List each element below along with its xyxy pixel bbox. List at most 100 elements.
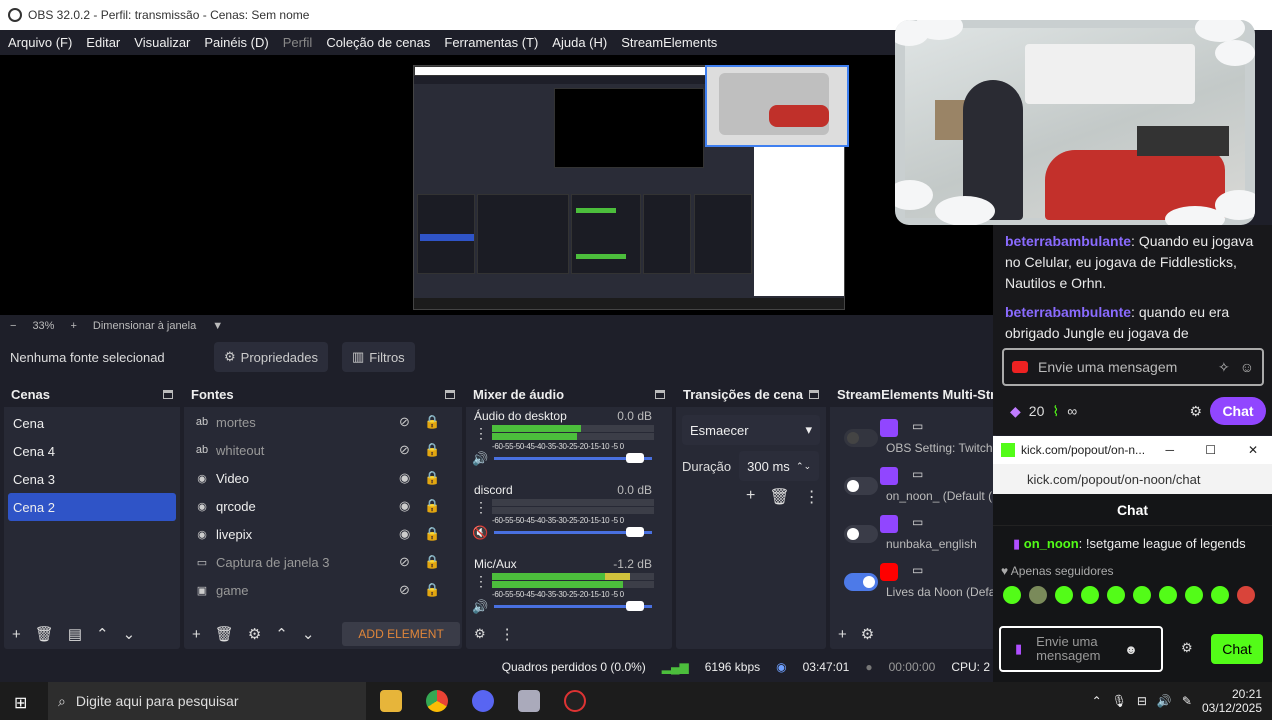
output-toggle[interactable] [844,525,878,543]
zoom-fit-label[interactable]: Dimensionar à janela [93,320,196,332]
lock-icon[interactable]: 🔒 [424,470,440,486]
source-item[interactable]: ▣ game ⊘ 🔒 [184,576,462,604]
emote-icon[interactable] [1107,586,1125,604]
speaker-muted-icon[interactable]: 🔇 [472,525,488,541]
settings-gear-icon[interactable]: ⚙ [1189,403,1202,420]
undock-icon[interactable] [809,389,819,399]
emote-icon[interactable] [1185,586,1203,604]
twitch-chat-input[interactable]: Envie uma mensagem ✧ ☺ [1002,348,1264,386]
file-explorer-icon[interactable] [380,690,402,712]
settings-gear-icon[interactable]: ⚙ [1181,640,1193,656]
zoom-out-button[interactable]: − [10,320,16,332]
eye-hidden-icon[interactable]: ⊘ [399,414,410,430]
obs-taskbar-icon[interactable] [564,690,586,712]
undock-icon[interactable] [163,389,173,399]
eye-hidden-icon[interactable]: ⊘ [399,554,410,570]
menu-visualizar[interactable]: Visualizar [134,35,190,50]
source-item[interactable]: ◉ livepix ◉ 🔒 [184,520,462,548]
chat-user[interactable]: beterrabambulante [1005,233,1131,249]
kick-chat-input[interactable]: ▮ Envie uma mensagem ☻ [999,626,1163,672]
zoom-in-button[interactable]: + [70,320,76,332]
transition-menu-icon[interactable]: ⋮ [804,487,820,507]
windows-start-icon[interactable]: ⊞ [14,693,27,713]
spin-arrows-icon[interactable]: ⌃⌄ [796,461,811,472]
scene-item[interactable]: Cena 3 [4,465,180,493]
volume-slider-handle[interactable] [626,601,644,611]
maximize-icon[interactable]: ☐ [1205,443,1216,457]
twitch-chat-button[interactable]: Chat [1210,397,1266,425]
undock-icon[interactable] [655,389,665,399]
menu-perfil[interactable]: Perfil [283,35,313,50]
remove-scene-icon[interactable]: 🗑 [35,625,54,643]
advanced-audio-icon[interactable]: ⚙ [474,626,486,642]
menu-arquivo[interactable]: Arquivo (F) [8,35,72,50]
close-icon[interactable]: ✕ [1248,443,1258,457]
move-up-icon[interactable]: ⌃ [96,625,109,643]
channel-menu-icon[interactable]: ⋮ [474,425,488,442]
menu-streamelements[interactable]: StreamElements [621,35,717,50]
move-down-icon[interactable]: ⌄ [302,625,315,643]
move-down-icon[interactable]: ⌄ [123,625,136,643]
menu-editar[interactable]: Editar [86,35,120,50]
output-toggle[interactable] [844,573,878,591]
remove-transition-icon[interactable]: 🗑 [769,487,789,507]
menu-ferramentas[interactable]: Ferramentas (T) [444,35,538,50]
discord-icon[interactable] [472,690,494,712]
volume-slider-handle[interactable] [626,527,644,537]
source-item[interactable]: ◉ Video ◉ 🔒 [184,464,462,492]
lock-icon[interactable]: 🔒 [424,442,440,458]
emote-icon[interactable] [1237,586,1255,604]
channel-menu-icon[interactable]: ⋮ [474,573,488,590]
eye-hidden-icon[interactable]: ⊘ [399,442,410,458]
emote-icon[interactable] [1003,586,1021,604]
source-item[interactable]: ◉ qrcode ◉ 🔒 [184,492,462,520]
transition-select[interactable]: Esmaecer ▾ [682,415,820,445]
source-item[interactable]: ab mortes ⊘ 🔒 [184,408,462,436]
properties-button[interactable]: ⚙ Propriedades [214,342,328,372]
output-toggle[interactable] [844,429,878,447]
output-toggle[interactable] [844,477,878,495]
volume-slider-handle[interactable] [626,453,644,463]
scene-item[interactable]: Cena [4,409,180,437]
zoom-dropdown-icon[interactable]: ▼ [212,320,223,332]
kick-chat-button[interactable]: Chat [1211,634,1263,664]
lock-icon[interactable]: 🔒 [424,582,440,598]
lock-icon[interactable]: 🔒 [424,554,440,570]
scene-item[interactable]: Cena 4 [4,437,180,465]
channel-points-icon[interactable]: ◆ [1010,403,1021,420]
magic-icon[interactable]: ✧ [1218,359,1230,376]
mic-tray-icon[interactable]: 🎙 [1112,694,1127,708]
add-output-button[interactable]: + [838,626,847,643]
kick-url-bar[interactable]: kick.com/popout/on-noon/chat [993,464,1272,494]
remove-source-icon[interactable]: 🗑 [215,625,234,643]
menu-colecao-de-cenas[interactable]: Coleção de cenas [326,35,430,50]
add-transition-button[interactable]: + [746,487,755,507]
emote-icon[interactable] [1133,586,1151,604]
chrome-icon[interactable] [426,690,448,712]
menu-ajuda[interactable]: Ajuda (H) [552,35,607,50]
source-item[interactable]: ab whiteout ⊘ 🔒 [184,436,462,464]
speaker-icon[interactable]: 🔊 [472,451,488,467]
menu-paineis[interactable]: Painéis (D) [204,35,268,50]
taskbar-search[interactable]: ⌕ Digite aqui para pesquisar [48,682,366,720]
source-properties-icon[interactable]: ⚙ [248,625,261,643]
emote-icon[interactable] [1029,586,1047,604]
volume-icon[interactable]: 🔊 [1157,694,1172,708]
add-scene-button[interactable]: + [12,626,21,643]
emote-icon[interactable]: ☻ [1124,642,1138,657]
emote-icon[interactable] [1055,586,1073,604]
filters-button[interactable]: ▥ Filtros [341,342,415,372]
chevron-up-icon[interactable]: ⌃ [1092,694,1102,708]
lock-icon[interactable]: 🔒 [424,498,440,514]
emote-icon[interactable]: ☺ [1240,359,1254,375]
emote-icon[interactable] [1211,586,1229,604]
scene-item[interactable]: Cena 2 [8,493,176,521]
undock-icon[interactable] [445,389,455,399]
eye-icon[interactable]: ◉ [399,498,410,514]
duration-input[interactable]: 300 ms ⌃⌄ [739,451,820,481]
eye-icon[interactable]: ◉ [399,526,410,542]
app-icon[interactable] [518,690,540,712]
minimize-icon[interactable]: ─ [1165,443,1174,457]
emote-icon[interactable] [1081,586,1099,604]
network-icon[interactable]: ⊟ [1137,694,1147,708]
